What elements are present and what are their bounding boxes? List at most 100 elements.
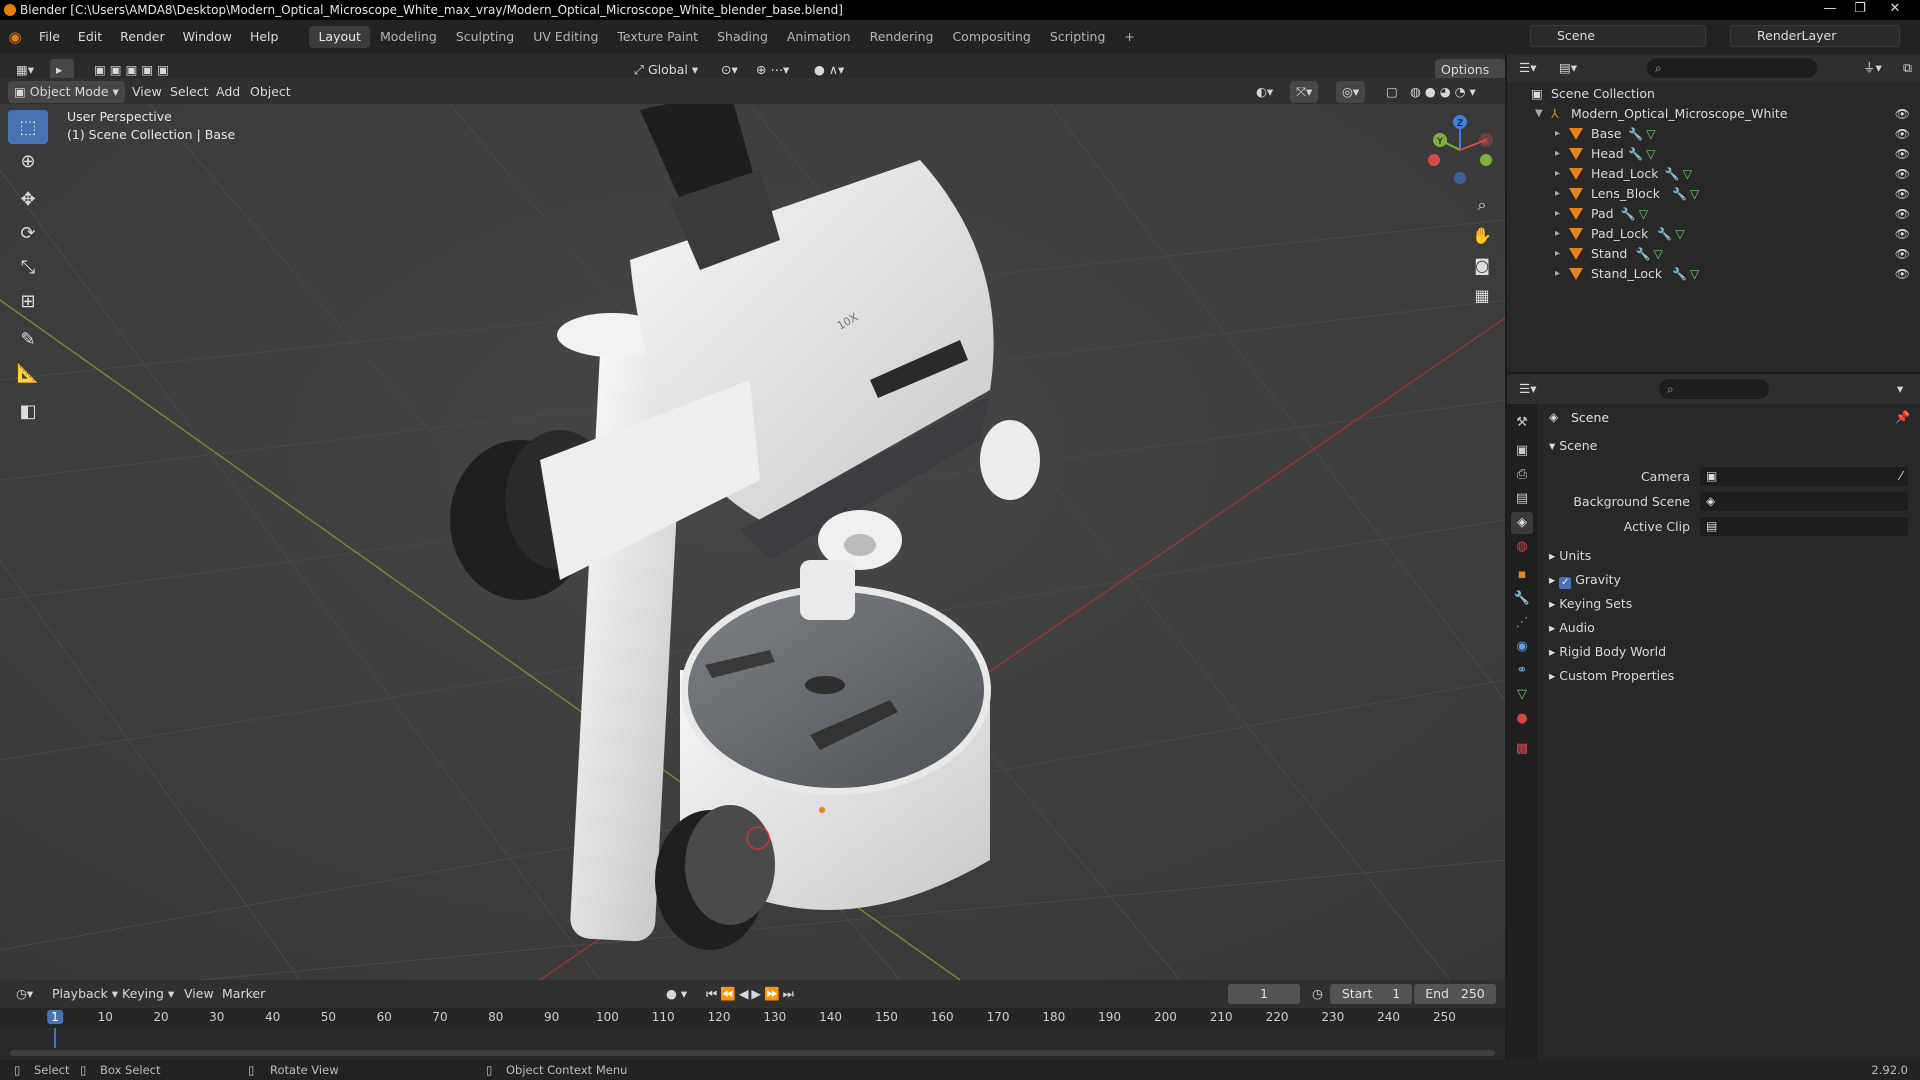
visibility-eye-icon[interactable]: 👁 <box>1895 104 1910 124</box>
menu-render[interactable]: Render <box>111 20 174 54</box>
playhead-line[interactable] <box>54 1028 56 1048</box>
outliner-object-stand[interactable]: ▸ Stand 🔧 ▽ 👁 <box>1507 244 1920 264</box>
menu-edit[interactable]: Edit <box>69 20 111 54</box>
rigid-body-world-section[interactable]: ▸ Rigid Body World <box>1549 642 1666 662</box>
scene-selector[interactable]: Scene <box>1530 25 1706 47</box>
start-frame-field[interactable]: Start 1 <box>1330 984 1412 1004</box>
modifier-tab-icon[interactable]: 🔧 <box>1511 588 1533 610</box>
menu-view[interactable]: View <box>126 81 168 103</box>
scene-tab-icon[interactable]: ◈ <box>1511 512 1533 534</box>
physics-tab-icon[interactable]: ◉ <box>1511 636 1533 658</box>
mode-dropdown[interactable]: ▣ Object Mode ▾ <box>8 81 125 103</box>
blender-menu-icon[interactable]: ◉ <box>0 28 30 46</box>
mesh-data-icon[interactable]: ▽ <box>1690 264 1699 284</box>
add-cube-tool-icon[interactable]: ◧ <box>8 394 48 428</box>
visibility-eye-icon[interactable]: 👁 <box>1895 124 1910 144</box>
mesh-data-icon[interactable]: ▽ <box>1646 144 1655 164</box>
modifier-icon[interactable]: 🔧 <box>1628 144 1643 164</box>
visibility-eye-icon[interactable]: 👁 <box>1895 164 1910 184</box>
properties-editor-icon[interactable]: ☰▾ <box>1513 378 1542 400</box>
tab-modeling[interactable]: Modeling <box>371 26 446 48</box>
particles-tab-icon[interactable]: ⋰ <box>1511 612 1533 634</box>
tab-animation[interactable]: Animation <box>778 26 860 48</box>
filter-icon[interactable]: ⏚▾ <box>1857 57 1888 79</box>
minimize-icon[interactable]: — <box>1815 0 1845 20</box>
view-layer-tab-icon[interactable]: ▤ <box>1511 488 1533 510</box>
annotate-tool-icon[interactable]: ✎ <box>8 322 48 356</box>
expand-arrow-icon[interactable]: ▸ <box>1555 164 1560 184</box>
outliner-object-pad[interactable]: ▸ Pad 🔧 ▽ 👁 <box>1507 204 1920 224</box>
menu-add[interactable]: Add <box>210 81 246 103</box>
visibility-icon[interactable]: ◐▾ <box>1250 81 1279 103</box>
tab-layout[interactable]: Layout <box>309 26 370 48</box>
pan-hand-icon[interactable]: ✋ <box>1465 218 1499 252</box>
outliner-object-lens-block[interactable]: ▸ Lens_Block 🔧 ▽ 👁 <box>1507 184 1920 204</box>
outliner-collection[interactable]: ▼ ⅄ Modern_Optical_Microscope_White 👁 <box>1507 104 1920 124</box>
tab-uv-editing[interactable]: UV Editing <box>524 26 607 48</box>
record-icon[interactable]: ● ▾ <box>660 983 693 1005</box>
outliner-object-head-lock[interactable]: ▸ Head_Lock 🔧 ▽ 👁 <box>1507 164 1920 184</box>
measure-tool-icon[interactable]: 📐 <box>8 356 48 390</box>
eyedropper-icon[interactable]: ⁄ <box>1900 469 1902 483</box>
add-workspace-button[interactable]: + <box>1115 26 1143 48</box>
zoom-icon[interactable]: ⌕ <box>1465 188 1499 222</box>
expand-arrow-icon[interactable]: ▸ <box>1555 244 1560 264</box>
modifier-icon[interactable]: 🔧 <box>1621 204 1636 224</box>
modifier-icon[interactable]: 🔧 <box>1672 184 1687 204</box>
end-frame-field[interactable]: End 250 <box>1414 984 1496 1004</box>
restore-icon[interactable]: ❐ <box>1845 0 1875 20</box>
scene-panel-header[interactable]: ▾ Scene <box>1549 436 1597 456</box>
playback-controls-icons[interactable]: ⏮⏪◀▶⏩⏭ <box>700 983 803 1005</box>
3d-viewport[interactable]: 10X <box>0 104 1505 980</box>
modifier-icon[interactable]: 🔧 <box>1628 124 1643 144</box>
new-collection-icon[interactable]: ⧉ <box>1897 57 1918 79</box>
timeline-scrollbar[interactable] <box>10 1050 1495 1056</box>
expand-arrow-icon[interactable]: ▸ <box>1555 204 1560 224</box>
visibility-eye-icon[interactable]: 👁 <box>1895 204 1910 224</box>
visibility-eye-icon[interactable]: 👁 <box>1895 144 1910 164</box>
properties-search-input[interactable]: ⌕ <box>1659 379 1769 399</box>
world-tab-icon[interactable]: ◍ <box>1511 536 1533 558</box>
menu-marker[interactable]: Marker <box>216 983 271 1005</box>
rotate-tool-icon[interactable]: ⟳ <box>8 216 48 250</box>
gizmo-toggle-icon[interactable]: ⤧▾ <box>1290 81 1319 103</box>
background-scene-field[interactable]: ◈ <box>1699 491 1909 512</box>
gravity-section[interactable]: ▸ ✓ Gravity <box>1549 570 1621 590</box>
overlay-toggle-icon[interactable]: ◎▾ <box>1336 81 1366 103</box>
collapse-arrow-icon[interactable]: ▼ <box>1535 104 1543 124</box>
expand-arrow-icon[interactable]: ▸ <box>1555 124 1560 144</box>
menu-file[interactable]: File <box>30 20 69 54</box>
output-tab-icon[interactable]: ⎙ <box>1511 464 1533 486</box>
close-icon[interactable]: ✕ <box>1880 0 1910 20</box>
camera-field[interactable]: ▣ ⁄ <box>1699 466 1909 487</box>
modifier-icon[interactable]: 🔧 <box>1636 244 1651 264</box>
expand-arrow-icon[interactable]: ▸ <box>1555 264 1560 284</box>
custom-properties-section[interactable]: ▸ Custom Properties <box>1549 666 1674 686</box>
shading-modes-icons[interactable]: ◍ ● ◕ ◔ ▾ <box>1404 81 1482 103</box>
expand-arrow-icon[interactable]: ▸ <box>1555 224 1560 244</box>
modifier-icon[interactable]: 🔧 <box>1672 264 1687 284</box>
pin-icon[interactable]: 📌 <box>1895 410 1910 424</box>
outliner-object-stand-lock[interactable]: ▸ Stand_Lock 🔧 ▽ 👁 <box>1507 264 1920 284</box>
ortho-grid-icon[interactable]: ▦ <box>1465 278 1499 312</box>
current-frame-field[interactable]: 1 <box>1228 984 1300 1004</box>
tab-texture-paint[interactable]: Texture Paint <box>608 26 707 48</box>
outliner-editor-icon[interactable]: ☰▾ <box>1513 57 1542 79</box>
keying-sets-section[interactable]: ▸ Keying Sets <box>1549 594 1632 614</box>
material-tab-icon[interactable]: ● <box>1511 708 1533 730</box>
render-layer-selector[interactable]: RenderLayer <box>1730 25 1900 47</box>
clock-icon[interactable]: ◷ <box>1306 983 1329 1005</box>
tab-shading[interactable]: Shading <box>708 26 777 48</box>
tab-scripting[interactable]: Scripting <box>1041 26 1115 48</box>
render-tab-icon[interactable]: ▣ <box>1511 440 1533 462</box>
properties-options-icon[interactable]: ▾ <box>1891 378 1909 400</box>
active-clip-field[interactable]: ▤ <box>1699 516 1909 537</box>
xray-icon[interactable]: ▢ <box>1380 81 1404 103</box>
visibility-eye-icon[interactable]: 👁 <box>1895 264 1910 284</box>
menu-select[interactable]: Select <box>164 81 215 103</box>
mesh-data-icon[interactable]: ▽ <box>1639 204 1648 224</box>
frame-ruler[interactable]: 1 10 20 30 40 50 60 70 80 90 100 110 120 130 140 150 160… <box>0 1008 1505 1028</box>
timeline-editor-icon[interactable]: ◷▾ <box>10 983 39 1005</box>
outliner-object-head[interactable]: ▸ Head 🔧 ▽ 👁 <box>1507 144 1920 164</box>
display-mode-icon[interactable]: ▤▾ <box>1553 57 1583 79</box>
